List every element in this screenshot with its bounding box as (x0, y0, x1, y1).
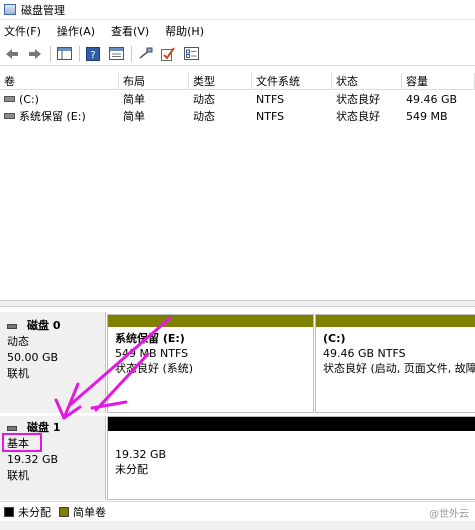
list-icon (183, 47, 199, 60)
status-bar (0, 521, 475, 530)
disk-0-name: 磁盘 0 (27, 319, 61, 332)
partition-status: 状态良好 (启动, 页面文件, 故障 (323, 362, 475, 375)
console-tree-button[interactable] (55, 45, 73, 63)
legend-label-simple-volume: 简单卷 (73, 505, 106, 519)
disk-graphical-view: 磁盘 0 动态 50.00 GB 联机 系统保留 (E:) 549 MB NTF… (0, 308, 475, 500)
legend: 未分配 简单卷 (0, 501, 475, 521)
annotation-highlight-box (2, 433, 42, 452)
menu-action[interactable]: 操作(A) (57, 23, 95, 39)
disk-0-size: 50.00 GB (7, 351, 59, 364)
menu-help[interactable]: 帮助(H) (165, 23, 204, 39)
volume-layout: 简单 (123, 93, 145, 106)
partition-status: 未分配 (115, 463, 148, 476)
disk-0-type: 动态 (7, 335, 29, 348)
window-title: 磁盘管理 (21, 3, 65, 17)
column-header-type[interactable]: 类型 (189, 73, 252, 90)
partition-title: 系统保留 (E:) (115, 332, 185, 345)
svg-text:?: ? (90, 50, 95, 61)
check-icon (161, 46, 175, 61)
toolbar-separator (131, 45, 132, 62)
partition-size: 19.32 GB (115, 448, 167, 461)
disk-icon (7, 323, 17, 329)
legend-swatch-unallocated (4, 506, 14, 517)
disk-0-label[interactable]: 磁盘 0 动态 50.00 GB 联机 (0, 312, 106, 413)
partition-c-drive[interactable]: (C:) 49.46 GB NTFS 状态良好 (启动, 页面文件, 故障 (315, 314, 475, 413)
volume-capacity: 49.46 GB (406, 93, 458, 106)
watermark: @世外云 (429, 509, 469, 520)
partition-size-fs: 49.46 GB NTFS (323, 347, 406, 360)
properties-button[interactable] (107, 45, 125, 63)
volume-layout: 简单 (123, 110, 145, 123)
toolbar-separator (50, 45, 51, 62)
legend-label-unallocated: 未分配 (18, 505, 51, 519)
table-row[interactable]: (C:) 简单 动态 NTFS 状态良好 49.46 GB (0, 91, 475, 108)
volume-name: (C:) (19, 93, 39, 106)
disk-1-label[interactable]: 磁盘 1 基本 19.32 GB 联机 (0, 416, 106, 500)
volume-filesystem: NTFS (256, 93, 285, 106)
disk-1-status: 联机 (7, 469, 29, 482)
volume-status: 状态良好 (336, 93, 380, 106)
toolbar-separator (79, 45, 80, 62)
column-header-capacity[interactable]: 容量 (402, 73, 475, 90)
table-row[interactable]: 系统保留 (E:) 简单 动态 NTFS 状态良好 549 MB (0, 108, 475, 125)
volume-filesystem: NTFS (256, 110, 285, 123)
menu-bar: 文件(F) 操作(A) 查看(V) 帮助(H) (0, 21, 475, 41)
menu-view[interactable]: 查看(V) (111, 23, 149, 39)
drive-icon (4, 96, 15, 102)
column-header-volume[interactable]: 卷 (0, 73, 119, 90)
legend-swatch-simple-volume (59, 506, 69, 517)
volume-table-header: 卷 布局 类型 文件系统 状态 容量 (0, 73, 475, 90)
partition-title: (C:) (323, 332, 346, 345)
partition-status: 状态良好 (系统) (115, 362, 194, 375)
partition-color-bar (108, 315, 313, 327)
console-tree-icon (56, 47, 72, 60)
connect-button[interactable] (136, 45, 154, 63)
partition-size-fs: 549 MB NTFS (115, 347, 189, 360)
volume-name: 系统保留 (E:) (19, 110, 86, 123)
volume-type: 动态 (193, 110, 215, 123)
volume-type: 动态 (193, 93, 215, 106)
partition-color-bar (316, 315, 475, 327)
column-header-layout[interactable]: 布局 (119, 73, 189, 90)
title-bar: 磁盘管理 (0, 0, 475, 20)
column-header-filesystem[interactable]: 文件系统 (252, 73, 332, 90)
partition-unallocated[interactable]: 19.32 GB 未分配 (107, 416, 475, 500)
disk-0-status: 联机 (7, 367, 29, 380)
volume-status: 状态良好 (336, 110, 380, 123)
volume-capacity: 549 MB (406, 110, 448, 123)
column-header-status[interactable]: 状态 (332, 73, 402, 90)
disk-icon (7, 425, 17, 431)
disk-management-icon (4, 4, 16, 15)
list-button[interactable] (182, 45, 200, 63)
pane-splitter[interactable] (0, 300, 475, 307)
partition-system-reserved[interactable]: 系统保留 (E:) 549 MB NTFS 状态良好 (系统) (107, 314, 314, 413)
forward-button[interactable] (26, 45, 44, 63)
connect-icon (139, 47, 152, 59)
back-button[interactable] (3, 45, 21, 63)
help-button[interactable]: ? (84, 45, 102, 63)
properties-icon (108, 47, 124, 60)
help-icon: ? (86, 46, 100, 61)
forward-icon (29, 48, 41, 59)
partition-color-bar (108, 417, 475, 431)
volume-table: (C:) 简单 动态 NTFS 状态良好 49.46 GB 系统保留 (E:) … (0, 91, 475, 125)
back-icon (6, 48, 18, 59)
toolbar: ? (0, 42, 475, 66)
drive-icon (4, 113, 15, 119)
menu-file[interactable]: 文件(F) (4, 23, 41, 39)
disk-1-size: 19.32 GB (7, 453, 59, 466)
check-button[interactable] (159, 45, 177, 63)
